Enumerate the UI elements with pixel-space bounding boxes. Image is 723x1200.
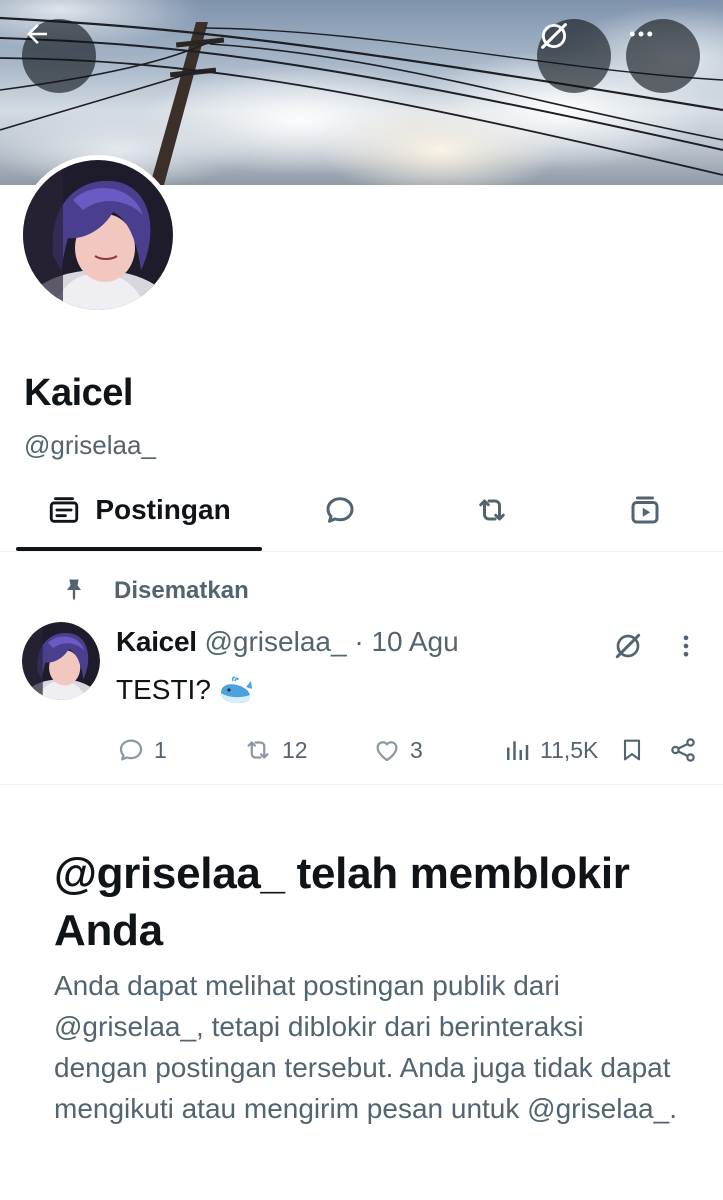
post-separator: · bbox=[354, 626, 372, 657]
reply-icon bbox=[326, 497, 354, 523]
post-date[interactable]: 10 Agu bbox=[371, 626, 458, 657]
post-actions: 1 12 3 11,5K bbox=[0, 730, 723, 770]
more-vertical-icon bbox=[683, 635, 689, 657]
views-button[interactable]: 11,5K bbox=[502, 730, 598, 770]
like-button[interactable]: 3 bbox=[372, 730, 423, 770]
views-count: 11,5K bbox=[540, 736, 599, 763]
post-grok-button[interactable] bbox=[612, 630, 644, 667]
bookmark-icon bbox=[623, 739, 641, 761]
avatar-image bbox=[23, 160, 173, 310]
grok-icon bbox=[615, 633, 641, 659]
retweet-icon bbox=[479, 499, 505, 521]
posts-icon bbox=[50, 497, 79, 523]
post-text: TESTI? bbox=[116, 674, 253, 706]
reply-icon bbox=[119, 739, 143, 761]
grok-icon bbox=[541, 23, 567, 49]
heart-icon bbox=[376, 741, 398, 762]
pinned-indicator bbox=[60, 576, 88, 604]
back-button[interactable] bbox=[22, 19, 96, 93]
retweet-icon bbox=[247, 741, 269, 759]
arrow-left-icon bbox=[27, 24, 47, 44]
like-count: 3 bbox=[410, 736, 423, 763]
profile-avatar[interactable] bbox=[18, 155, 178, 315]
tab-replies[interactable] bbox=[300, 470, 380, 550]
reply-button[interactable]: 1 bbox=[116, 730, 167, 770]
active-tab-indicator bbox=[16, 547, 262, 551]
bookmark-button[interactable] bbox=[618, 730, 646, 770]
post-author-avatar[interactable] bbox=[22, 622, 100, 700]
pinned-label: Disematkan bbox=[114, 577, 249, 604]
post-author-name[interactable]: Kaicel bbox=[116, 626, 197, 657]
reply-count: 1 bbox=[154, 736, 167, 763]
share-icon bbox=[671, 738, 695, 762]
blocked-description: Anda dapat melihat postingan publik dari… bbox=[54, 970, 677, 1124]
profile-name: Kaicel bbox=[24, 372, 133, 414]
profile-handle: @griselaa_ bbox=[24, 430, 156, 460]
more-horizontal-icon bbox=[629, 31, 653, 37]
blocked-title: @griselaa_ telah memblokir Anda bbox=[54, 849, 630, 955]
post-text-content: TESTI? bbox=[116, 674, 211, 705]
retweet-button[interactable]: 12 bbox=[242, 730, 308, 770]
grok-button[interactable] bbox=[537, 19, 611, 93]
divider bbox=[0, 784, 723, 785]
share-button[interactable] bbox=[668, 730, 698, 770]
post-more-button[interactable] bbox=[672, 630, 700, 667]
tab-retweets[interactable] bbox=[452, 470, 532, 550]
avatar-image-small bbox=[22, 622, 100, 700]
analytics-icon bbox=[507, 741, 529, 760]
media-icon bbox=[631, 496, 659, 524]
pin-icon bbox=[67, 579, 81, 601]
tab-posts[interactable]: Postingan bbox=[16, 470, 262, 550]
whale-emoji-icon bbox=[220, 676, 252, 703]
post-author-handle[interactable]: @griselaa_ bbox=[204, 626, 346, 657]
post-header: Kaicel @griselaa_ · 10 Agu bbox=[116, 626, 459, 658]
tab-media[interactable] bbox=[605, 470, 685, 550]
tab-posts-label: Postingan bbox=[95, 494, 231, 525]
retweet-count: 12 bbox=[282, 736, 308, 763]
more-options-button[interactable] bbox=[626, 19, 700, 93]
profile-tabs: Postingan bbox=[0, 470, 723, 552]
